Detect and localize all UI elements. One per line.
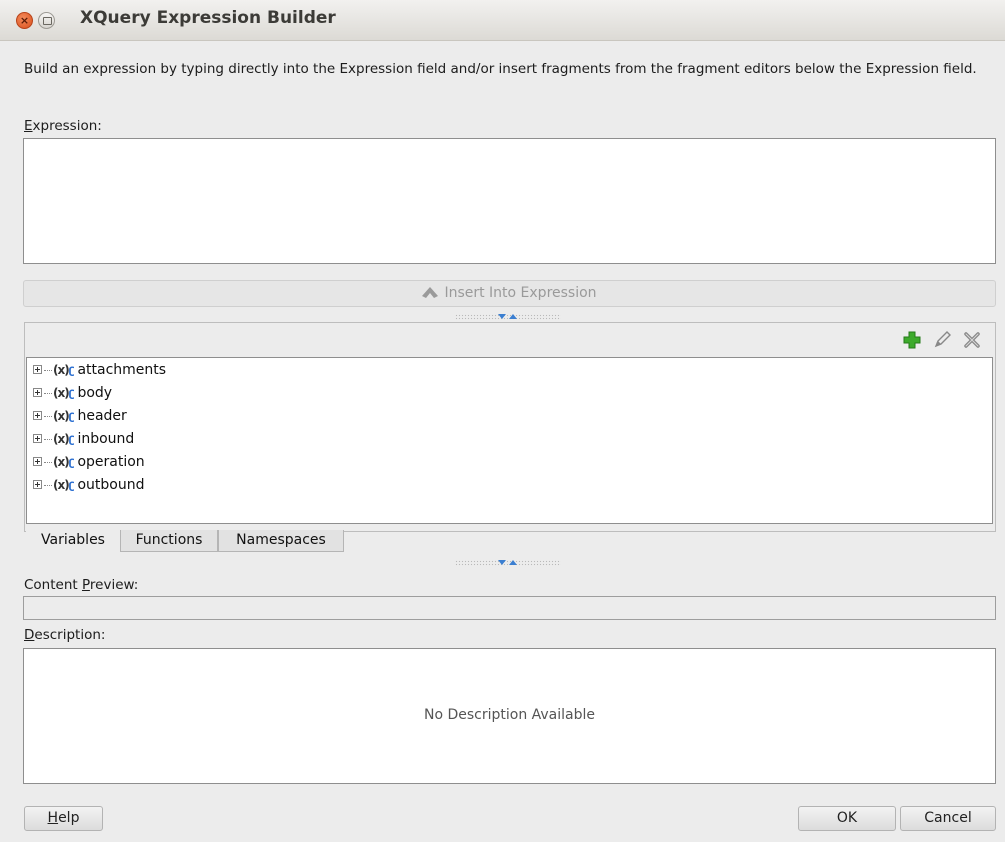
expression-field[interactable] xyxy=(23,138,996,264)
variable-icon: (x)ʗ xyxy=(53,363,74,377)
tree-node-header[interactable]: (x)ʗ header xyxy=(33,406,127,426)
window-title: XQuery Expression Builder xyxy=(80,8,336,28)
cancel-button[interactable]: Cancel xyxy=(900,806,996,831)
variable-icon: (x)ʗ xyxy=(53,386,74,400)
expression-label: Expression: xyxy=(24,118,102,134)
help-button[interactable]: Help xyxy=(24,806,103,831)
title-bar: × XQuery Expression Builder xyxy=(0,0,1005,41)
expand-icon[interactable] xyxy=(33,480,42,489)
variable-icon: (x)ʗ xyxy=(53,455,74,469)
tree-node-inbound[interactable]: (x)ʗ inbound xyxy=(33,429,134,449)
variables-tree: (x)ʗ attachments (x)ʗ body (x)ʗ header (x)ʗ… xyxy=(26,357,993,524)
variable-icon: (x)ʗ xyxy=(53,409,74,423)
tree-node-attachments[interactable]: (x)ʗ attachments xyxy=(33,360,166,380)
delete-icon[interactable] xyxy=(962,330,982,350)
collapse-arrows-icon xyxy=(498,314,517,319)
content-preview-label: Content Preview: xyxy=(24,577,139,593)
expand-icon[interactable] xyxy=(33,388,42,397)
expand-icon[interactable] xyxy=(33,365,42,374)
variable-icon: (x)ʗ xyxy=(53,478,74,492)
close-window-button[interactable]: × xyxy=(16,12,33,29)
expand-icon[interactable] xyxy=(33,434,42,443)
expand-icon[interactable] xyxy=(33,457,42,466)
tree-node-outbound[interactable]: (x)ʗ outbound xyxy=(33,475,144,495)
content-preview-field[interactable] xyxy=(23,596,996,620)
instructions-text: Build an expression by typing directly i… xyxy=(24,61,977,77)
expand-icon[interactable] xyxy=(33,411,42,420)
tree-node-body[interactable]: (x)ʗ body xyxy=(33,383,112,403)
add-icon[interactable] xyxy=(902,330,922,350)
splitter-handle[interactable] xyxy=(455,560,561,566)
collapse-arrows-icon xyxy=(498,560,517,565)
insert-button-label: Insert Into Expression xyxy=(444,285,597,301)
description-label: Description: xyxy=(24,627,106,643)
tab-functions[interactable]: Functions xyxy=(120,530,218,552)
tab-variables[interactable]: Variables xyxy=(26,530,120,552)
variable-icon: (x)ʗ xyxy=(53,432,74,446)
description-field: No Description Available xyxy=(23,648,996,784)
edit-icon[interactable] xyxy=(932,330,952,350)
close-icon: × xyxy=(19,14,30,27)
tree-node-operation[interactable]: (x)ʗ operation xyxy=(33,452,145,472)
tab-namespaces[interactable]: Namespaces xyxy=(218,530,344,552)
up-arrow-icon xyxy=(422,287,439,298)
splitter-handle[interactable] xyxy=(455,314,561,320)
maximize-window-button[interactable] xyxy=(38,12,55,29)
insert-into-expression-button[interactable]: Insert Into Expression xyxy=(23,280,996,307)
ok-button[interactable]: OK xyxy=(798,806,896,831)
